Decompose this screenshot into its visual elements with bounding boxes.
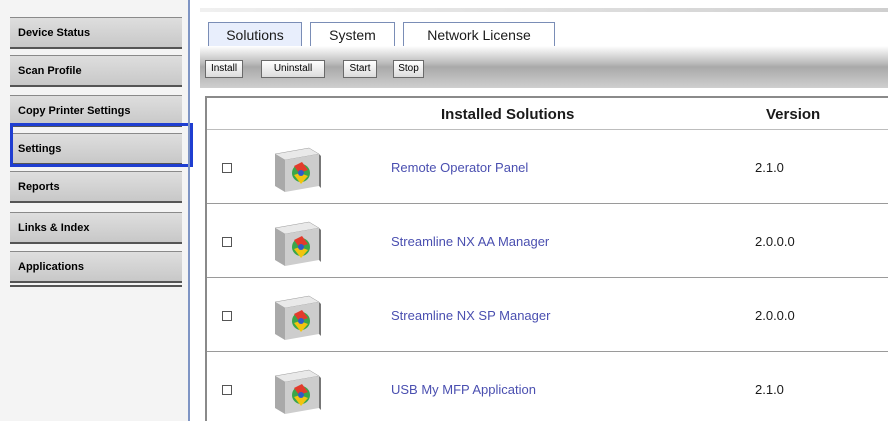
sidebar-item-reports[interactable]: Reports bbox=[10, 171, 182, 203]
column-header-installed-solutions: Installed Solutions bbox=[441, 106, 575, 123]
row-checkbox[interactable] bbox=[222, 237, 232, 247]
tab-solutions[interactable]: Solutions bbox=[208, 22, 302, 46]
solution-version: 2.0.0.0 bbox=[755, 234, 795, 249]
tab-system[interactable]: System bbox=[310, 22, 395, 46]
header-strip bbox=[200, 8, 888, 12]
solution-link[interactable]: Streamline NX SP Manager bbox=[391, 308, 550, 323]
sidebar-item-label: Links & Index bbox=[18, 222, 90, 234]
solution-version: 2.0.0.0 bbox=[755, 308, 795, 323]
sidebar-item-label: Device Status bbox=[18, 27, 91, 39]
install-button[interactable]: Install bbox=[205, 60, 243, 78]
toolbar: Install Uninstall Start Stop bbox=[200, 46, 888, 88]
solution-link[interactable]: USB My MFP Application bbox=[391, 382, 536, 397]
stop-button[interactable]: Stop bbox=[393, 60, 424, 78]
solution-version: 2.1.0 bbox=[755, 382, 784, 397]
sidebar-item-label: Applications bbox=[18, 261, 85, 273]
vertical-divider bbox=[188, 0, 190, 421]
sidebar-nav: Device Status Scan Profile Copy Printer … bbox=[0, 0, 193, 421]
solution-link[interactable]: Remote Operator Panel bbox=[391, 160, 528, 175]
solution-cube-icon bbox=[274, 147, 321, 192]
solution-link[interactable]: Streamline NX AA Manager bbox=[391, 234, 549, 249]
sidebar-item-device-status[interactable]: Device Status bbox=[10, 17, 182, 49]
sidebar-item-label: Scan Profile bbox=[18, 65, 82, 77]
table-row: Streamline NX SP Manager 2.0.0.0 bbox=[207, 278, 888, 352]
sidebar-item-label: Settings bbox=[18, 143, 62, 155]
installed-solutions-table: Installed Solutions Version Remote Opera… bbox=[205, 96, 888, 421]
web-admin-page: Device Status Scan Profile Copy Printer … bbox=[0, 0, 888, 421]
row-checkbox[interactable] bbox=[222, 311, 232, 321]
sidebar-item-applications[interactable]: Applications bbox=[10, 251, 182, 283]
start-button[interactable]: Start bbox=[343, 60, 377, 78]
uninstall-button[interactable]: Uninstall bbox=[261, 60, 325, 78]
sidebar-item-scan-profile[interactable]: Scan Profile bbox=[10, 55, 182, 87]
table-row: Streamline NX AA Manager 2.0.0.0 bbox=[207, 204, 888, 278]
sidebar-item-links-index[interactable]: Links & Index bbox=[10, 212, 182, 244]
sidebar-divider bbox=[10, 285, 182, 287]
table-header: Installed Solutions Version bbox=[207, 98, 888, 130]
solution-cube-icon bbox=[274, 221, 321, 266]
table-row: USB My MFP Application 2.1.0 bbox=[207, 352, 888, 421]
solution-version: 2.1.0 bbox=[755, 160, 784, 175]
table-row: Remote Operator Panel 2.1.0 bbox=[207, 130, 888, 204]
sidebar-item-label: Copy Printer Settings bbox=[18, 105, 131, 117]
column-header-version: Version bbox=[766, 106, 821, 123]
sidebar-item-settings[interactable]: Settings bbox=[10, 133, 182, 165]
solution-cube-icon bbox=[274, 295, 321, 340]
sidebar-item-copy-printer-settings[interactable]: Copy Printer Settings bbox=[10, 95, 182, 127]
row-checkbox[interactable] bbox=[222, 385, 232, 395]
solution-cube-icon bbox=[274, 369, 321, 414]
sidebar-item-label: Reports bbox=[18, 181, 60, 193]
tab-network-license[interactable]: Network License bbox=[403, 22, 555, 46]
row-checkbox[interactable] bbox=[222, 163, 232, 173]
